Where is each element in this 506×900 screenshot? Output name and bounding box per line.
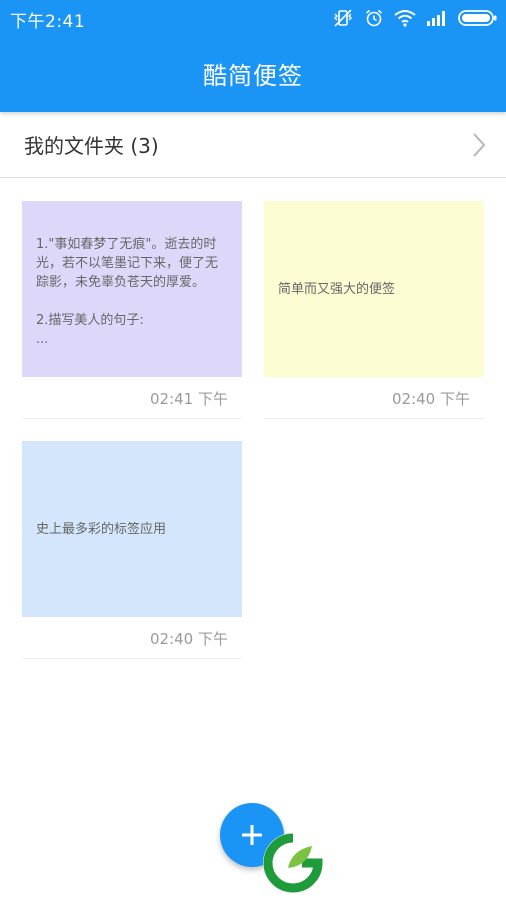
note-card[interactable]: 史上最多彩的标签应用 02:40 下午 (22, 441, 242, 659)
signal-icon (426, 10, 448, 26)
note-text: 史上最多彩的标签应用 (22, 441, 242, 617)
status-bar: 下午2:41 (0, 0, 506, 36)
chevron-right-icon (472, 132, 486, 162)
status-icons (332, 6, 498, 30)
status-time: 下午2:41 (10, 12, 86, 32)
battery-icon (458, 9, 498, 27)
leaf-g-logo (262, 832, 324, 894)
note-card[interactable]: 简单而又强大的便签 02:40 下午 (264, 201, 484, 419)
wifi-icon (394, 9, 416, 27)
app-title: 酷简便签 (203, 62, 303, 90)
folder-label: 我的文件夹 (3) (24, 134, 159, 158)
note-text: 1."事如春梦了无痕"。逝去的时 光，若不以笔墨记下来，便了无 踪影，未免辜负苍… (22, 201, 242, 377)
app-bar: 下午2:41 酷简便签 (0, 0, 506, 112)
vibrate-off-icon (332, 7, 354, 29)
note-text: 简单而又强大的便签 (264, 201, 484, 377)
alarm-icon (364, 8, 384, 28)
note-time: 02:41 下午 (150, 390, 228, 408)
note-card[interactable]: 1."事如春梦了无痕"。逝去的时 光，若不以笔墨记下来，便了无 踪影，未免辜负苍… (22, 201, 242, 419)
note-time: 02:40 下午 (392, 390, 470, 408)
note-time: 02:40 下午 (150, 630, 228, 648)
folder-row[interactable]: 我的文件夹 (3) (0, 112, 506, 178)
